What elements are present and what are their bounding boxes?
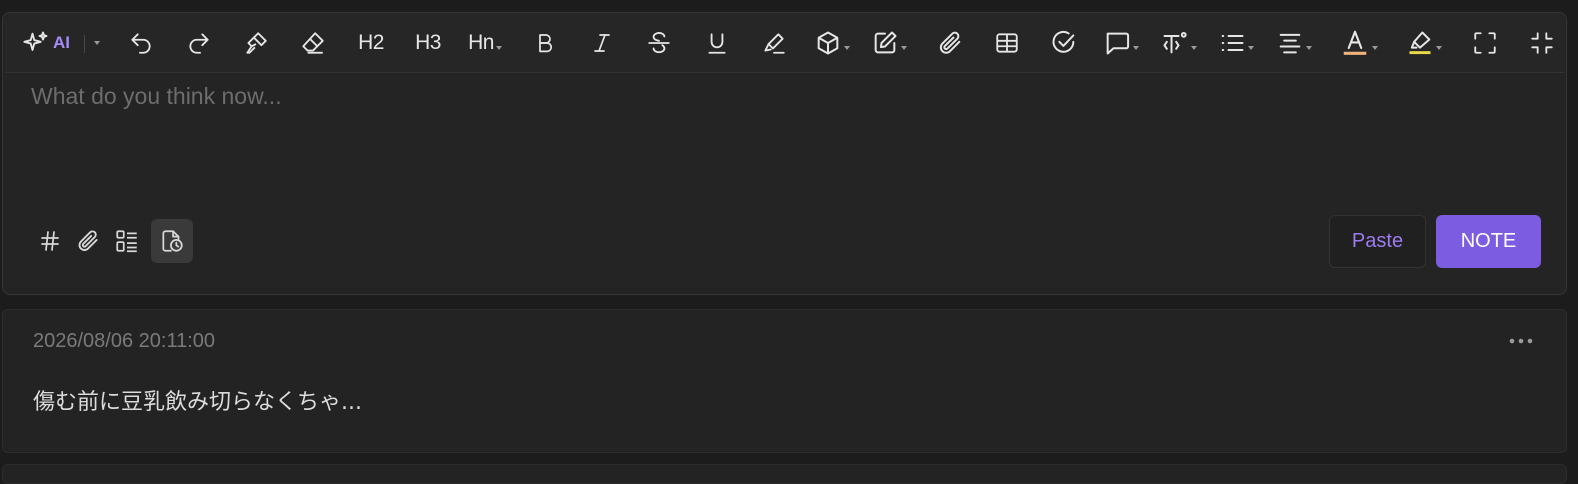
text-style-icon (1163, 31, 1187, 54)
ai-label: AI (53, 33, 70, 52)
table-icon (996, 33, 1018, 53)
task-button[interactable] (1046, 25, 1082, 61)
bold-icon (539, 34, 553, 53)
fullscreen-button[interactable] (1467, 25, 1503, 61)
italic-button[interactable] (584, 25, 620, 61)
edit-icon (874, 31, 897, 54)
comment-icon (1106, 32, 1130, 55)
eraser-button[interactable] (295, 25, 331, 61)
chevron-down-icon (1248, 46, 1254, 50)
history-doc-icon (162, 230, 183, 252)
text-style-button[interactable] (1157, 25, 1201, 61)
redo-button[interactable] (181, 25, 217, 61)
format-painter-button[interactable] (238, 25, 274, 61)
comment-button[interactable] (1099, 25, 1143, 61)
exit-fullscreen-button[interactable] (1524, 25, 1560, 61)
paste-button[interactable]: Paste (1329, 215, 1426, 268)
attach-file-button[interactable] (67, 219, 109, 263)
ai-sparkle-icon (23, 31, 48, 51)
table-button[interactable] (989, 25, 1025, 61)
attachment-icon (78, 230, 98, 251)
fullscreen-icon (1474, 32, 1496, 54)
toolbar-divider (84, 35, 85, 53)
strikethrough-icon (648, 32, 670, 54)
highlight-color-icon (1409, 31, 1431, 55)
italic-icon (594, 34, 610, 52)
block-button[interactable] (810, 25, 854, 61)
hashtag-icon (41, 231, 59, 251)
font-color-button[interactable] (1335, 25, 1383, 61)
list-icon (1221, 35, 1244, 51)
redo-icon (189, 33, 209, 54)
heading-3-button[interactable]: H3 (410, 25, 446, 61)
note-editor: AI H2 H3 Hn What do you think now... Pas… (2, 12, 1567, 295)
chevron-down-icon (901, 46, 907, 50)
heading-n-button[interactable]: Hn (463, 25, 507, 61)
note-submit-button[interactable]: NOTE (1436, 215, 1541, 268)
history-button[interactable] (151, 219, 193, 263)
clear-highlight-button[interactable] (756, 25, 792, 61)
format-painter-icon (246, 32, 267, 54)
chevron-down-icon (1191, 46, 1197, 50)
memo-timestamp: 2026/08/06 20:11:00 (33, 330, 216, 352)
underline-icon (708, 33, 726, 54)
highlight-color-button[interactable] (1400, 25, 1448, 61)
bold-button[interactable] (527, 25, 563, 61)
block-icon (817, 31, 839, 55)
list-button[interactable] (1214, 25, 1258, 61)
underline-button[interactable] (699, 25, 735, 61)
eraser-icon (302, 32, 324, 54)
attachment-icon (939, 31, 961, 54)
align-button[interactable] (1272, 25, 1316, 61)
clear-highlight-icon (764, 33, 785, 54)
chevron-down-icon (94, 41, 100, 45)
formatting-toolbar: AI H2 H3 Hn (5, 13, 1564, 73)
chevron-down-icon (495, 46, 502, 50)
font-color-icon (1343, 30, 1367, 55)
memo-content: 傷む前に豆乳飲み切らなくちゃ... (33, 390, 362, 415)
exit-fullscreen-icon (1531, 32, 1553, 54)
undo-button[interactable] (123, 25, 159, 61)
more-horizontal-icon (1509, 338, 1533, 344)
memo-card-next (2, 464, 1567, 484)
chevron-down-icon (1306, 46, 1312, 50)
note-input[interactable]: What do you think now... (31, 83, 1431, 123)
chevron-down-icon (844, 46, 850, 50)
chevron-down-icon (1372, 46, 1378, 50)
heading-n-label: Hn (468, 31, 494, 54)
checklist-icon (116, 230, 137, 253)
chevron-down-icon (1133, 46, 1139, 50)
checklist-button[interactable] (106, 219, 148, 263)
hashtag-button[interactable] (29, 219, 71, 263)
ai-dropdown[interactable] (89, 25, 103, 61)
edit-button[interactable] (867, 25, 911, 61)
memo-card: 2026/08/06 20:11:00 傷む前に豆乳飲み切らなくちゃ... (2, 309, 1567, 453)
attachment-button[interactable] (932, 25, 968, 61)
task-icon (1052, 30, 1075, 53)
ai-button[interactable]: AI (15, 25, 77, 61)
align-icon (1279, 33, 1301, 54)
chevron-down-icon (1436, 46, 1442, 50)
undo-icon (131, 33, 151, 54)
strikethrough-button[interactable] (641, 25, 677, 61)
memo-more-button[interactable] (1501, 328, 1541, 354)
heading-2-button[interactable]: H2 (353, 25, 389, 61)
